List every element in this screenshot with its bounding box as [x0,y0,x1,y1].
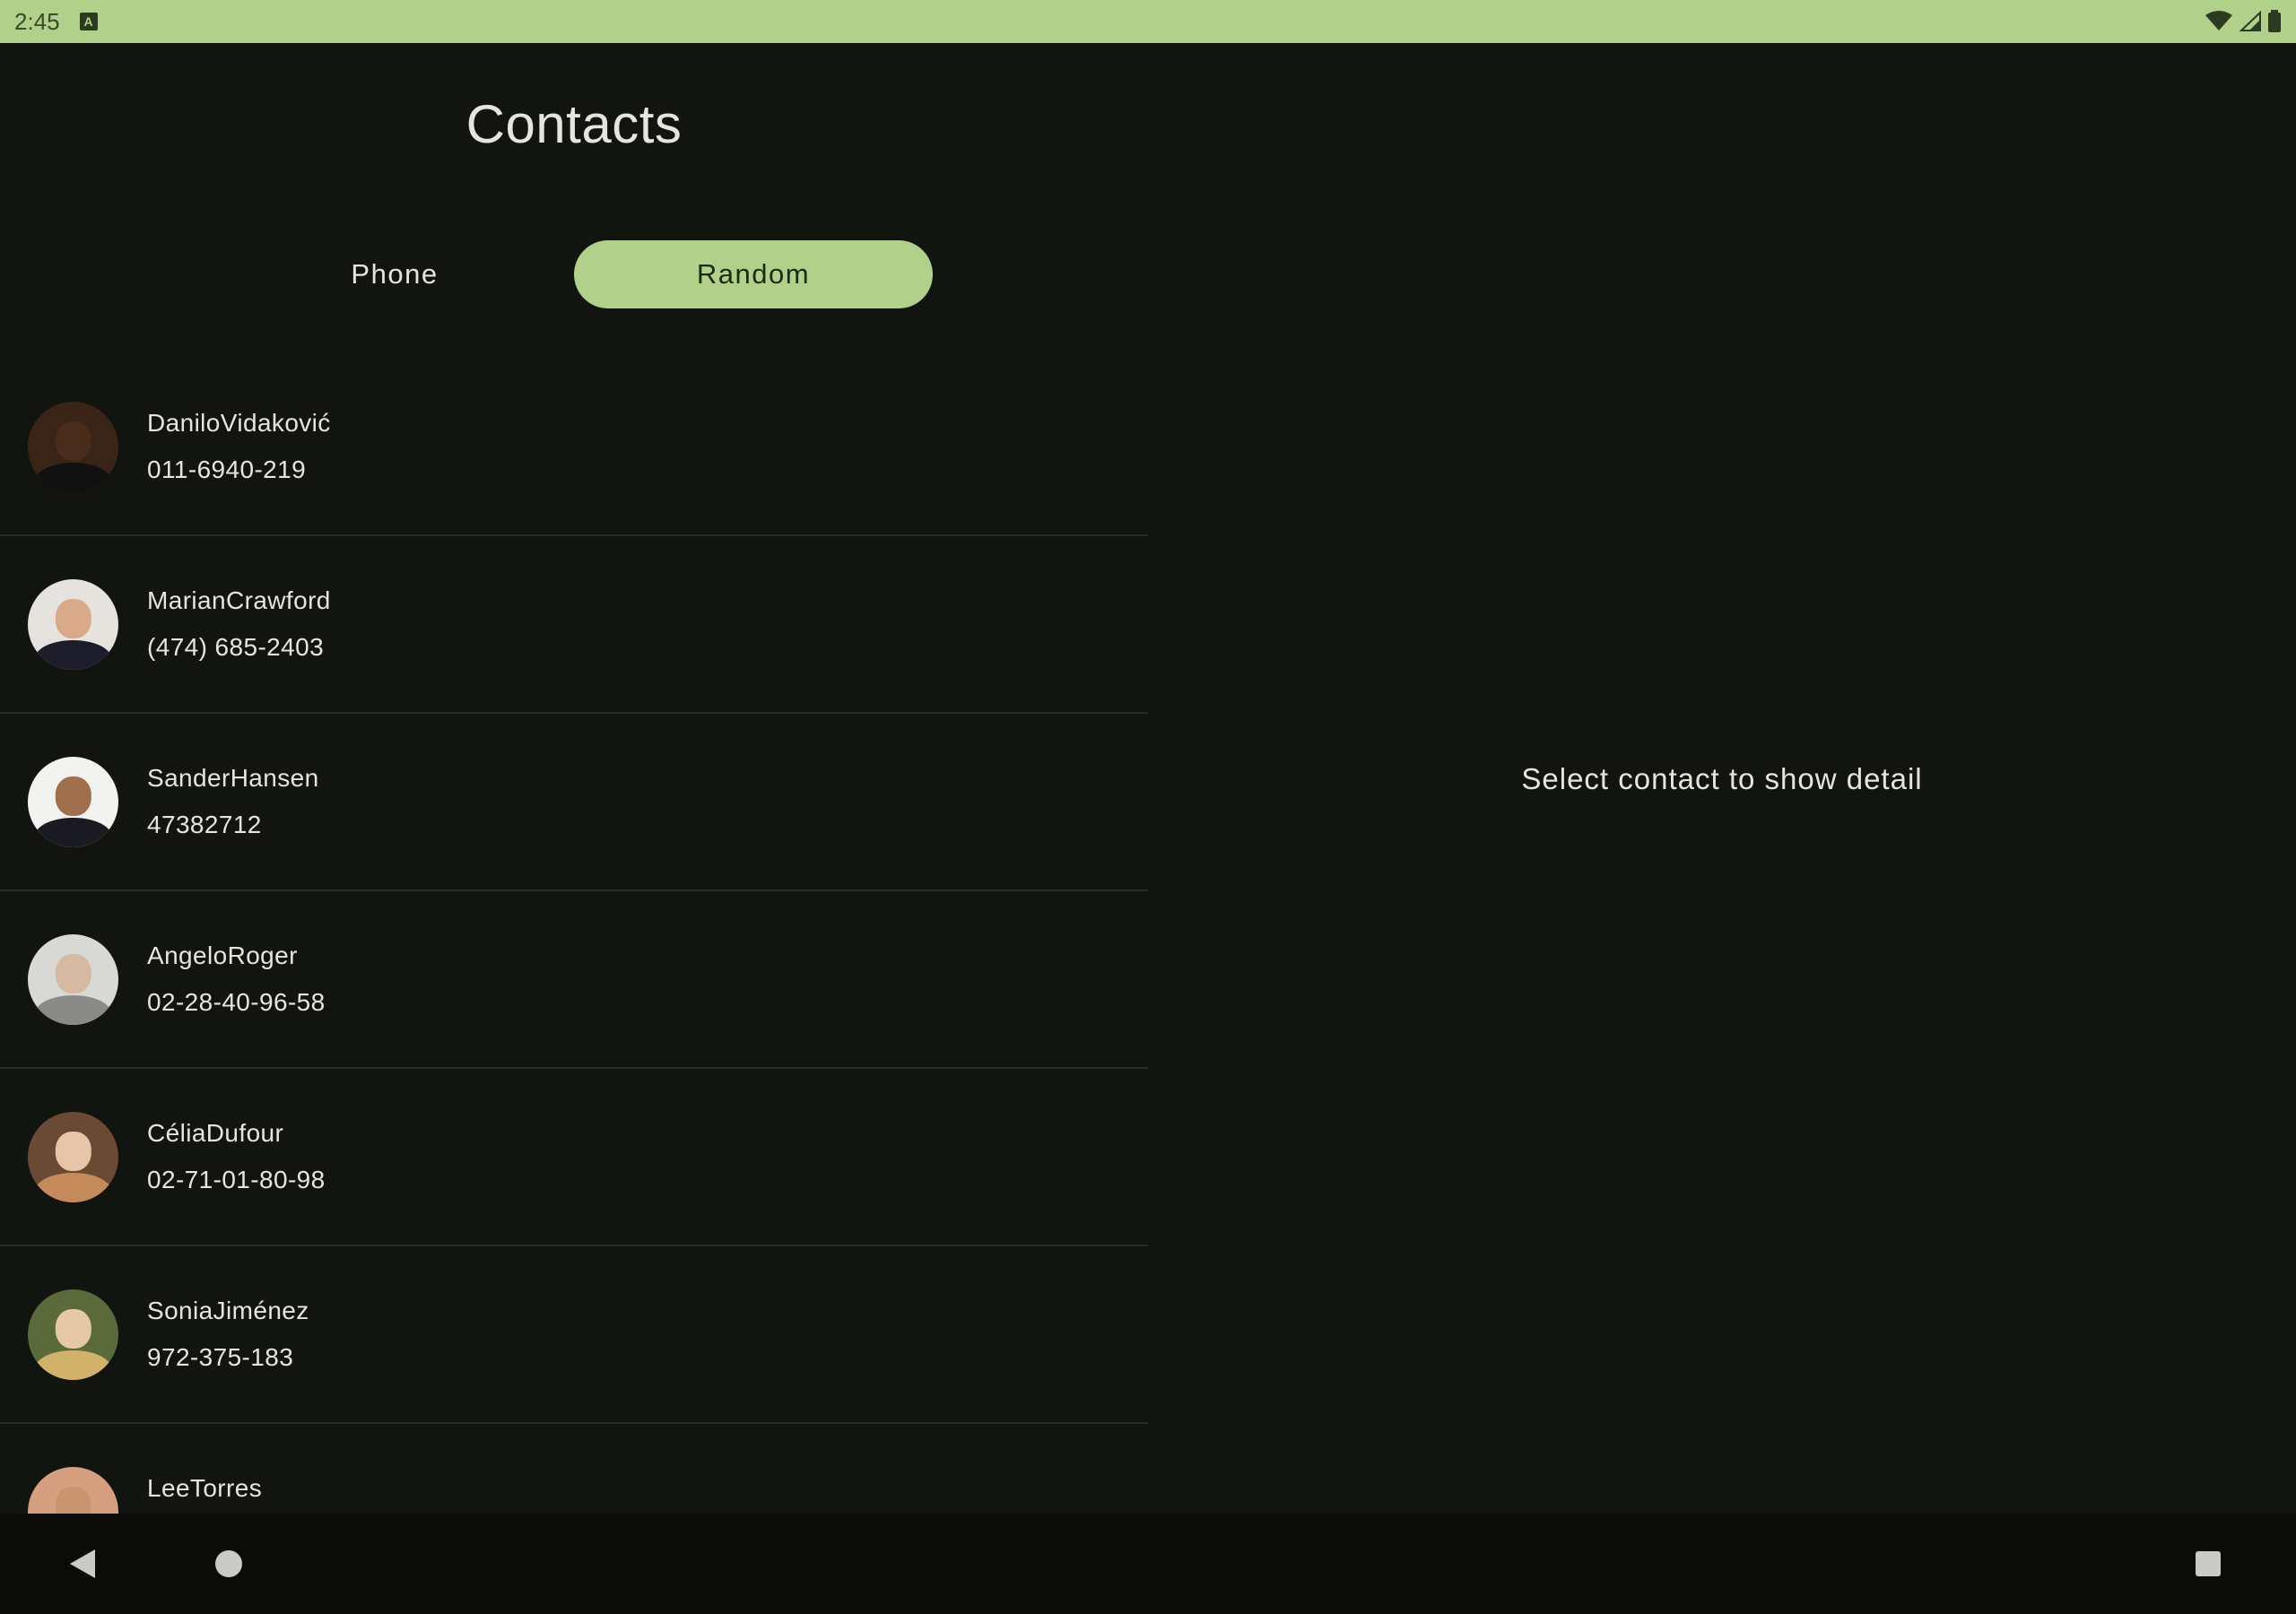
contact-row[interactable]: SoniaJiménez 972-375-183 [0,1246,1148,1424]
avatar [28,756,118,847]
contact-text: SanderHansen 47382712 [147,764,319,839]
contact-row[interactable]: SanderHansen 47382712 [0,714,1148,891]
contact-text: DaniloVidaković 011-6940-219 [147,409,331,484]
avatar [28,1111,118,1202]
tab-phone[interactable]: Phone [215,240,574,308]
contact-row[interactable]: AngeloRoger 02-28-40-96-58 [0,891,1148,1069]
contact-name: SoniaJiménez [147,1297,309,1324]
contact-phone: 47382712 [147,811,262,838]
contact-name: AngeloRoger [147,941,298,969]
contact-row[interactable]: CéliaDufour 02-71-01-80-98 [0,1069,1148,1246]
contact-phone: (474) 685-2403 [147,633,325,661]
navigation-bar [0,1514,2296,1614]
home-icon[interactable] [215,1550,242,1577]
contact-name: DaniloVidaković [147,409,331,437]
contact-row[interactable]: LeeTorres 09-9827-5315 [0,1424,1148,1514]
back-icon[interactable] [70,1549,95,1578]
contact-name: SanderHansen [147,764,319,792]
contact-list: DaniloVidaković 011-6940-219 MarianCrawf… [0,359,1148,1514]
contact-row[interactable]: MarianCrawford (474) 685-2403 [0,536,1148,714]
avatar [28,401,118,492]
contact-phone: 02-28-40-96-58 [147,988,326,1016]
detail-placeholder: Select contact to show detail [1521,762,1923,795]
contact-phone: 02-71-01-80-98 [147,1166,326,1193]
contact-text: LeeTorres 09-9827-5315 [147,1474,308,1514]
status-time: 2:45 [14,7,60,35]
recents-icon[interactable] [2196,1551,2221,1576]
status-bar: 2:45 A [0,0,2296,43]
wifi-icon [2205,11,2232,30]
contact-text: SoniaJiménez 972-375-183 [147,1297,309,1372]
contact-text: CéliaDufour 02-71-01-80-98 [147,1119,326,1194]
status-icons [2205,10,2282,33]
avatar [28,1289,118,1380]
contact-phone: 011-6940-219 [147,456,307,483]
avatar [28,578,118,670]
cell-signal-icon [2239,11,2261,31]
contact-text: MarianCrawford (474) 685-2403 [147,586,331,662]
contact-text: AngeloRoger 02-28-40-96-58 [147,941,326,1017]
contact-row[interactable]: DaniloVidaković 011-6940-219 [0,359,1148,536]
avatar [28,1466,118,1514]
source-tabs: Phone Random [215,240,933,308]
notification-a-icon: A [79,13,98,30]
contact-detail-pane: Select contact to show detail [1148,43,2296,1514]
contact-list-pane: Contacts Phone Random DaniloVidaković 01… [0,43,1148,1514]
contact-name: MarianCrawford [147,586,331,614]
battery-icon [2268,10,2281,32]
tab-random[interactable]: Random [574,240,933,308]
page-title: Contacts [465,94,683,154]
contact-name: LeeTorres [147,1474,263,1502]
contact-phone: 972-375-183 [147,1343,294,1371]
avatar [28,933,118,1025]
contact-name: CéliaDufour [147,1119,284,1147]
